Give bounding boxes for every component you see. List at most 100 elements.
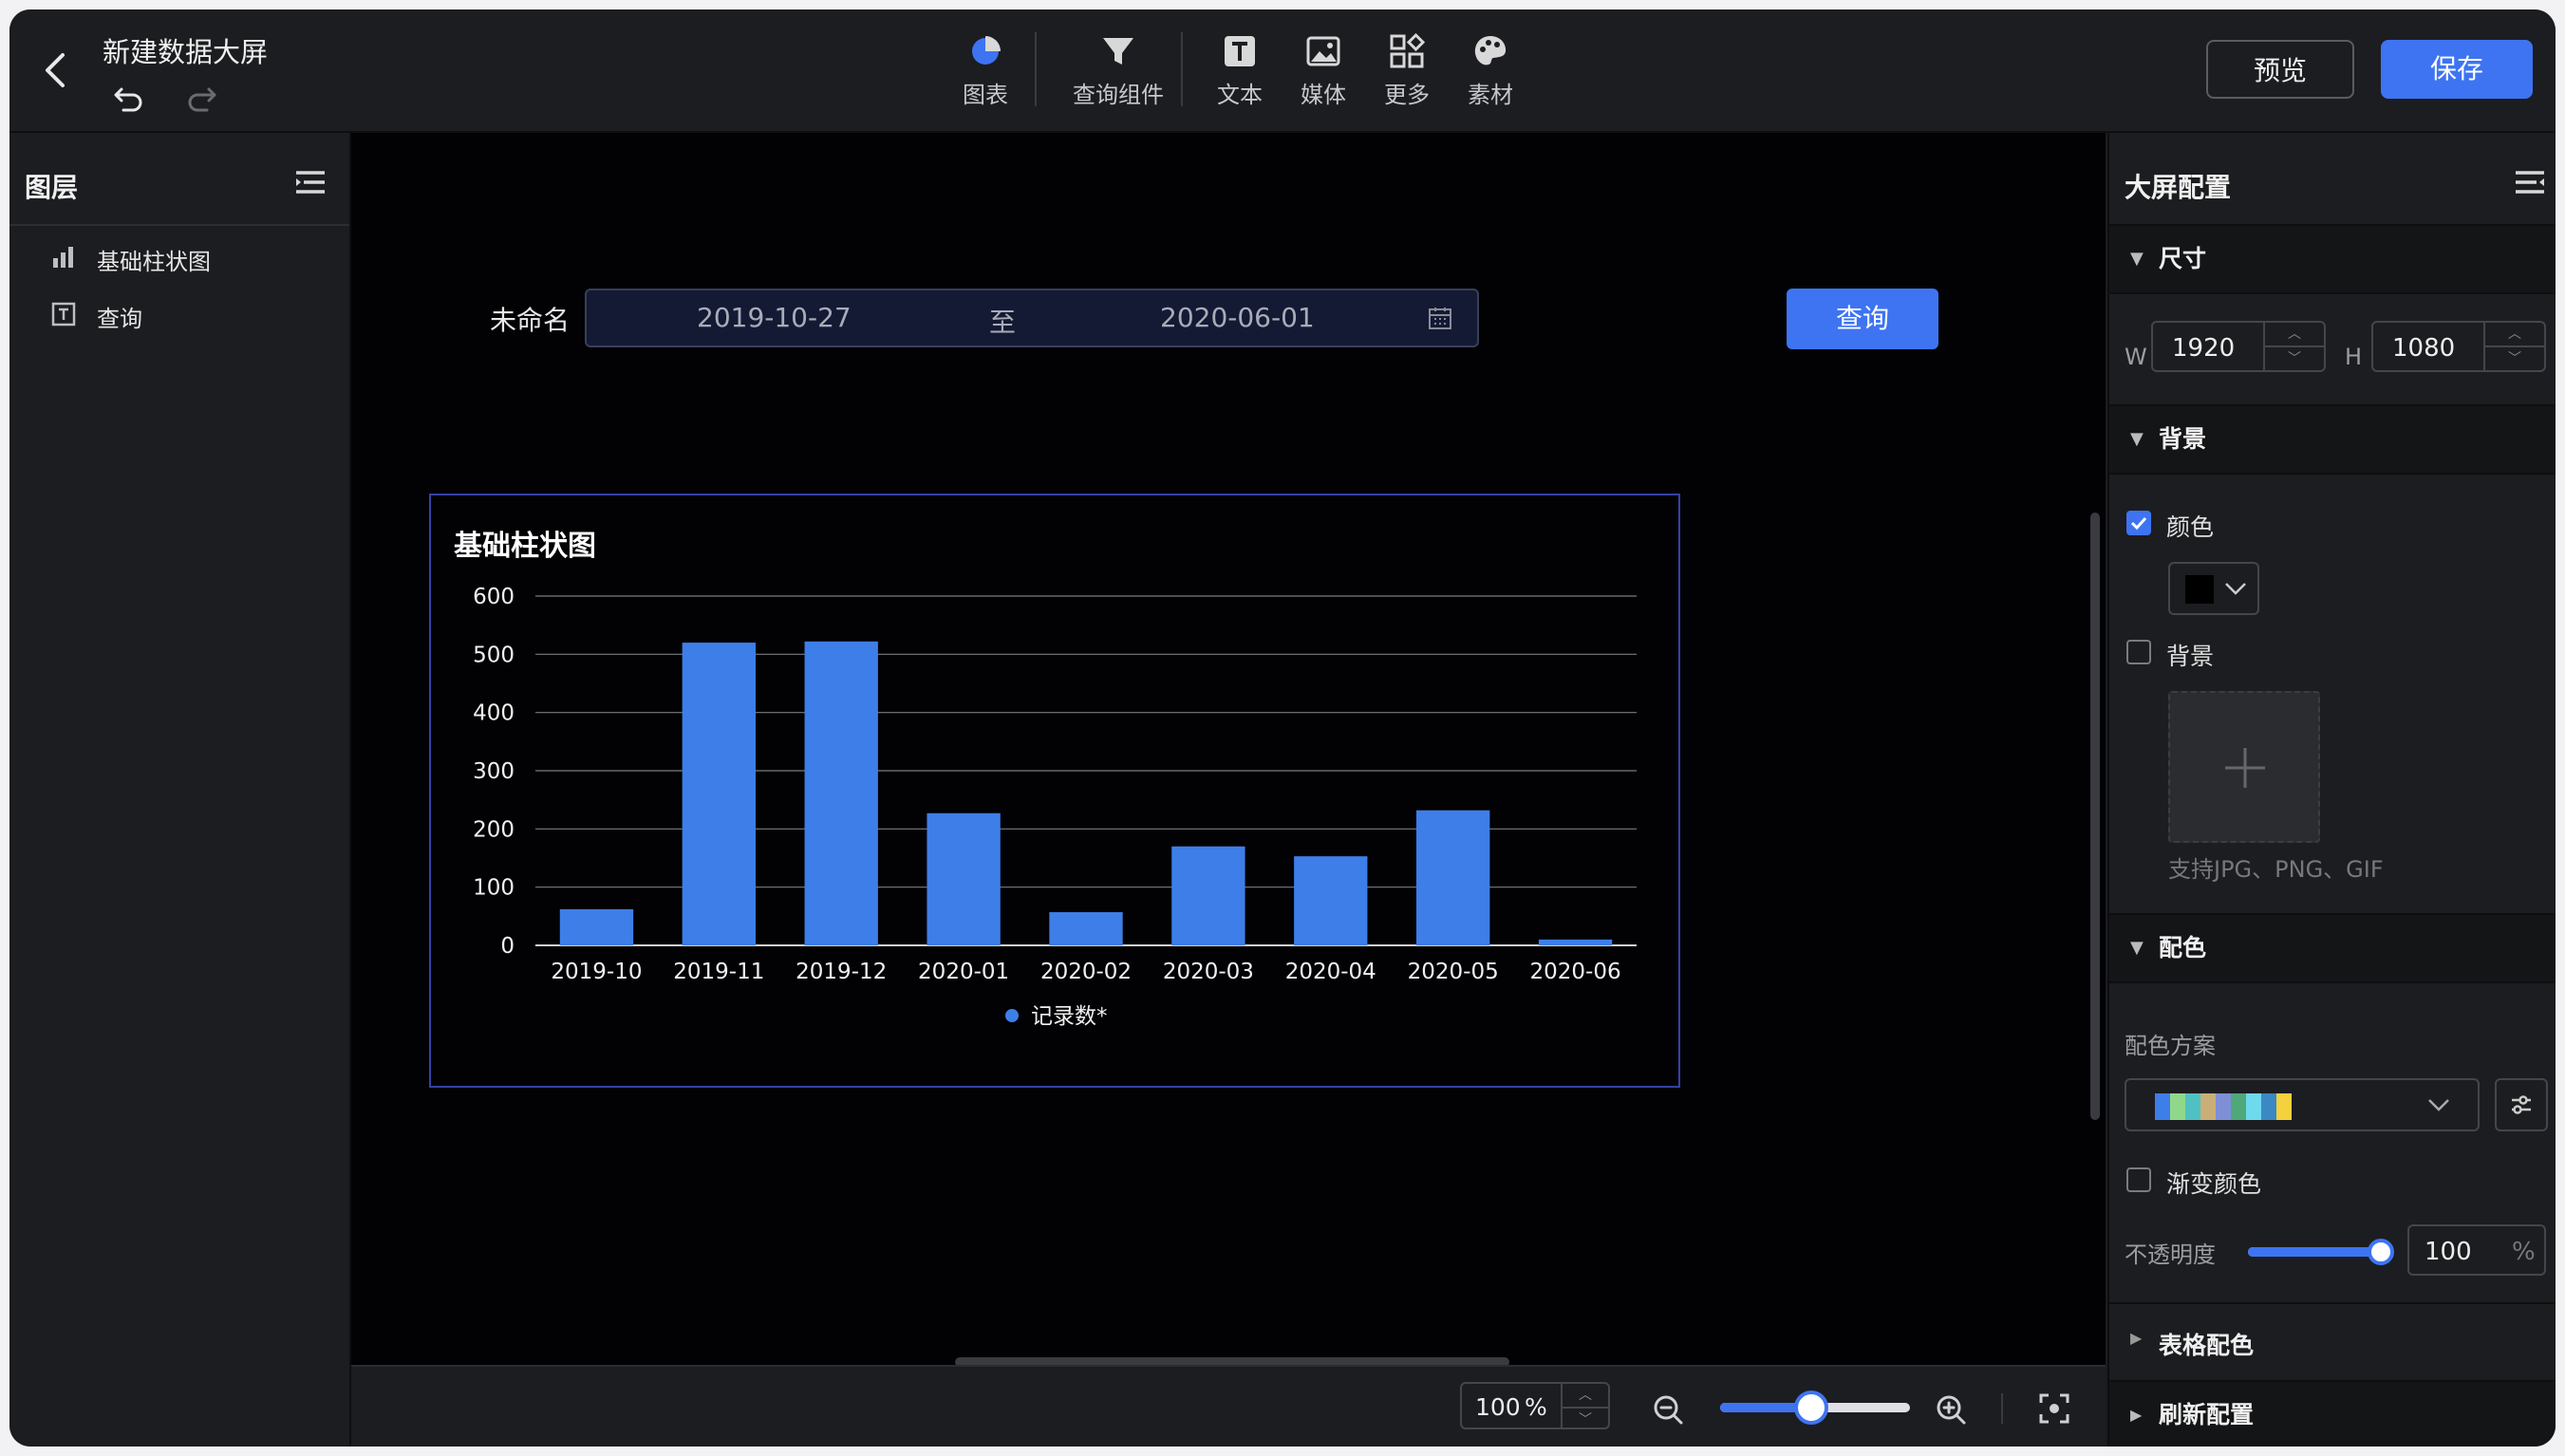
layer-item-bar-chart[interactable]: 基础柱状图 — [9, 232, 349, 283]
config-panel: 大屏配置 ▼ 尺寸 W 1920 ︿﹀ H 1080 ︿﹀ ▼ 背景 颜色 — [2107, 133, 2556, 1447]
tool-query[interactable]: 查询组件 — [1061, 32, 1175, 109]
gradient-label: 渐变颜色 — [2166, 1170, 2262, 1198]
zoom-stepper[interactable]: ︿ ﹀ — [1561, 1384, 1608, 1428]
zoom-in-icon[interactable] — [1935, 1393, 1967, 1426]
width-value: 1920 — [2172, 334, 2236, 363]
vertical-scrollbar[interactable] — [2090, 513, 2100, 1120]
date-separator: 至 — [989, 307, 1017, 338]
tool-label: 素材 — [1468, 82, 1513, 108]
y-tick-label: 600 — [473, 585, 515, 609]
section-refresh[interactable]: ▶ 刷新配置 — [2109, 1380, 2556, 1447]
palette-settings-button[interactable] — [2495, 1078, 2548, 1131]
palette-swatch — [2276, 1093, 2292, 1120]
chevron-down-icon — [2225, 583, 2246, 595]
caret-right-icon: ▶ — [2130, 1406, 2143, 1424]
height-value: 1080 — [2392, 334, 2456, 363]
x-tick-label: 2020-03 — [1163, 960, 1254, 984]
chevron-up-icon[interactable]: ︿ — [2485, 323, 2544, 347]
tool-media[interactable]: 媒体 — [1276, 32, 1371, 109]
x-tick-label: 2020-02 — [1040, 960, 1132, 984]
color-picker[interactable] — [2168, 562, 2259, 615]
tool-text[interactable]: 文本 — [1192, 32, 1287, 109]
section-label: 配色 — [2159, 934, 2207, 961]
upload-button[interactable] — [2168, 691, 2320, 843]
opacity-unit: % — [2512, 1238, 2536, 1266]
palette-swatch — [2155, 1093, 2170, 1120]
palette-select[interactable] — [2125, 1078, 2480, 1131]
bar — [927, 812, 1001, 945]
section-background[interactable]: ▼ 背景 — [2109, 404, 2556, 475]
collapse-menu-icon[interactable] — [294, 169, 327, 197]
check-icon — [2130, 516, 2147, 531]
opacity-slider[interactable] — [2248, 1239, 2394, 1265]
x-tick-label: 2020-05 — [1408, 960, 1499, 984]
chart-widget[interactable]: 基础柱状图 0 100 200 300 400 500 600 2019-10 2019-11 2… — [429, 494, 1680, 1088]
preview-button[interactable]: 预览 — [2206, 40, 2354, 99]
x-tick-label: 2019-10 — [551, 960, 642, 984]
section-table-colors[interactable]: ▶ 表格配色 — [2109, 1304, 2556, 1380]
width-input[interactable]: 1920 ︿ ﹀ — [2151, 321, 2326, 372]
tool-label: 查询组件 — [1073, 82, 1164, 108]
x-tick-label: 2019-12 — [796, 960, 887, 984]
save-button[interactable]: 保存 — [2381, 40, 2533, 99]
zoom-slider[interactable] — [1720, 1391, 1910, 1425]
sliders-icon — [2512, 1095, 2531, 1114]
layer-label: 查询 — [97, 306, 142, 332]
start-date[interactable]: 2019-10-27 — [697, 302, 852, 333]
height-stepper[interactable]: ︿ ﹀ — [2483, 323, 2544, 370]
background-image-checkbox[interactable] — [2126, 640, 2151, 664]
end-date[interactable]: 2020-06-01 — [1160, 302, 1315, 333]
redo-icon[interactable] — [184, 82, 218, 114]
section-label: 背景 — [2159, 425, 2207, 453]
chevron-down-icon[interactable]: ﹀ — [2265, 347, 2324, 370]
height-input[interactable]: 1080 ︿ ﹀ — [2371, 321, 2546, 372]
plus-icon — [2225, 748, 2265, 788]
color-swatch — [2185, 575, 2214, 604]
chevron-down-icon[interactable]: ﹀ — [2485, 347, 2544, 370]
section-label: 尺寸 — [2159, 245, 2207, 272]
opacity-input[interactable]: 100 % — [2407, 1224, 2546, 1276]
width-stepper[interactable]: ︿ ﹀ — [2263, 323, 2324, 370]
chevron-up-icon[interactable]: ︿ — [1563, 1384, 1608, 1409]
palette-swatch — [2200, 1093, 2216, 1120]
date-range-picker[interactable]: 2019-10-27 至 2020-06-01 — [585, 289, 1479, 347]
undo-icon[interactable] — [112, 82, 146, 114]
zoom-input[interactable]: 100 % ︿ ﹀ — [1460, 1382, 1610, 1429]
chevron-up-icon[interactable]: ︿ — [2265, 323, 2324, 347]
fit-screen-icon[interactable] — [2039, 1393, 2069, 1424]
palette-icon — [1474, 36, 1507, 65]
bar — [1049, 912, 1123, 945]
image-icon — [1306, 36, 1340, 66]
gradient-checkbox[interactable] — [2126, 1167, 2151, 1192]
filter-icon — [1103, 38, 1133, 65]
color-checkbox[interactable] — [2126, 511, 2151, 535]
zoom-slider-thumb[interactable] — [1794, 1391, 1828, 1425]
palette-swatch — [2261, 1093, 2276, 1120]
palette-swatch — [2231, 1093, 2246, 1120]
section-palette[interactable]: ▼ 配色 — [2109, 913, 2556, 983]
layer-item-query[interactable]: 查询 — [9, 289, 349, 340]
tool-label: 媒体 — [1301, 82, 1346, 108]
opacity-slider-thumb[interactable] — [2368, 1239, 2394, 1265]
query-button[interactable]: 查询 — [1787, 289, 1938, 349]
chevron-down-icon[interactable]: ﹀ — [1563, 1409, 1608, 1431]
section-size[interactable]: ▼ 尺寸 — [2109, 224, 2556, 294]
bar-chart: 0 100 200 300 400 500 600 2019-10 2019-11 2019-12… — [473, 585, 1637, 1029]
tool-more[interactable]: 更多 — [1359, 32, 1454, 109]
divider — [9, 224, 349, 226]
palette-swatches — [2155, 1093, 2292, 1120]
y-tick-label: 500 — [473, 643, 515, 667]
caret-down-icon: ▼ — [2130, 938, 2144, 958]
calendar-icon[interactable] — [1428, 306, 1452, 332]
tool-assets[interactable]: 素材 — [1443, 32, 1538, 109]
zoom-out-icon[interactable] — [1652, 1393, 1684, 1426]
height-label: H — [2345, 344, 2363, 370]
pie-chart-icon — [972, 36, 1001, 65]
bar — [1538, 939, 1613, 945]
collapse-menu-icon[interactable] — [2514, 169, 2546, 197]
tool-label: 文本 — [1217, 82, 1263, 108]
bar — [682, 643, 756, 945]
tool-chart[interactable]: 图表 — [938, 32, 1033, 109]
legend-marker — [1005, 1009, 1019, 1022]
back-arrow-icon[interactable] — [42, 51, 68, 89]
